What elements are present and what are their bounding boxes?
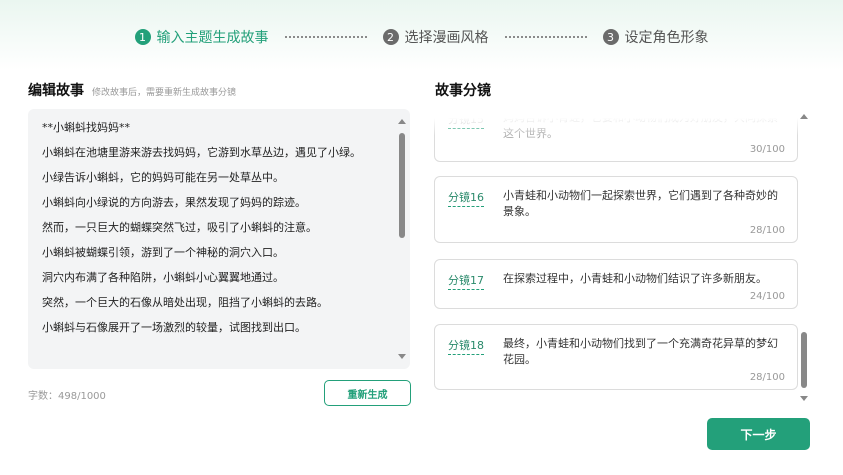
storyboard-scroll-thumb[interactable] xyxy=(801,332,807,388)
scroll-up-arrow-icon[interactable] xyxy=(800,114,808,119)
step-2-number: 2 xyxy=(382,29,399,45)
storyboard-card-label: 分镜17 xyxy=(448,272,484,290)
story-line: 然而，一只巨大的蝴蝶突然飞过，吸引了小蝌蚪的注意。 xyxy=(42,221,317,234)
storyboard-card-label: 分镜15 xyxy=(448,111,484,129)
step-divider xyxy=(504,36,587,38)
story-line: 洞穴内布满了各种陷阱，小蝌蚪小心翼翼地通过。 xyxy=(42,271,284,284)
storyboard-card-label: 分镜16 xyxy=(448,189,484,207)
char-count: 字数：498/1000 xyxy=(28,391,106,402)
storyboard-card-text[interactable]: 小青蛙和小动物们一起探索世界，它们遇到了各种奇妙的景象。 xyxy=(503,188,783,220)
storyboard-card[interactable]: 分镜18 最终，小青蛙和小动物们找到了一个充满奇花异草的梦幻花园。 28/100 xyxy=(434,324,798,390)
story-line: **小蝌蚪找妈妈** xyxy=(42,121,130,134)
step-3-label: 设定角色形象 xyxy=(624,30,709,46)
scroll-down-arrow-icon[interactable] xyxy=(398,354,406,359)
step-2-label: 选择漫画风格 xyxy=(404,30,489,46)
storyboard-card[interactable]: 分镜16 小青蛙和小动物们一起探索世界，它们遇到了各种奇妙的景象。 28/100 xyxy=(434,176,798,243)
step-1-label: 输入主题生成故事 xyxy=(156,30,269,46)
step-2: 2 选择漫画风格 xyxy=(382,27,489,47)
story-line: 小蝌蚪向小绿说的方向游去，果然发现了妈妈的踪迹。 xyxy=(42,196,306,209)
story-line: 小蝌蚪与石像展开了一场激烈的较量，试图找到出口。 xyxy=(42,321,306,334)
step-1: 1 输入主题生成故事 xyxy=(134,27,269,47)
storyboard-card[interactable]: 分镜15 妈妈告诉小青蛙，它要和小动物们成为好朋友，共同探索这个世界。 30/1… xyxy=(434,110,798,162)
storyboard-card-count: 24/100 xyxy=(749,291,785,302)
story-line: 小绿告诉小蝌蚪，它的妈妈可能在另一处草丛中。 xyxy=(42,171,284,184)
editor-header: 编辑故事 修改故事后，需要重新生成故事分镜 xyxy=(28,80,236,100)
scroll-up-arrow-icon[interactable] xyxy=(398,119,406,124)
storyboard-card-text[interactable]: 在探索过程中，小青蛙和小动物们结识了许多新朋友。 xyxy=(503,271,783,287)
storyboard-card-count: 28/100 xyxy=(749,225,785,236)
story-line: 小蝌蚪在池塘里游来游去找妈妈，它游到水草丛边，遇见了小绿。 xyxy=(42,146,361,159)
progress-stepper: 1 输入主题生成故事 2 选择漫画风格 3 设定角色形象 xyxy=(0,27,843,47)
storyboard-card[interactable]: 分镜17 在探索过程中，小青蛙和小动物们结识了许多新朋友。 24/100 xyxy=(434,259,798,309)
story-textarea[interactable]: **小蝌蚪找妈妈** 小蝌蚪在池塘里游来游去找妈妈，它游到水草丛边，遇见了小绿。… xyxy=(28,109,410,369)
editor-scrollbar[interactable] xyxy=(398,115,406,363)
step-divider xyxy=(284,36,367,38)
story-line: 小蝌蚪被蝴蝶引领，游到了一个神秘的洞穴入口。 xyxy=(42,246,284,259)
storyboard-card-text[interactable]: 妈妈告诉小青蛙，它要和小动物们成为好朋友，共同探索这个世界。 xyxy=(503,110,783,142)
step-3-number: 3 xyxy=(602,29,619,45)
storyboard-list[interactable]: 分镜15 妈妈告诉小青蛙，它要和小动物们成为好朋友，共同探索这个世界。 30/1… xyxy=(434,110,800,405)
storyboard-card-text[interactable]: 最终，小青蛙和小动物们找到了一个充满奇花异草的梦幻花园。 xyxy=(503,336,783,368)
step-1-number: 1 xyxy=(134,29,151,45)
storyboard-card-count: 30/100 xyxy=(749,144,785,155)
editor-title: 编辑故事 xyxy=(28,83,84,99)
regenerate-button[interactable]: 重新生成 xyxy=(324,380,411,406)
editor-hint: 修改故事后，需要重新生成故事分镜 xyxy=(92,88,237,98)
story-line: 突然，一个巨大的石像从暗处出现，阻挡了小蝌蚪的去路。 xyxy=(42,296,328,309)
storyboard-scrollbar[interactable] xyxy=(800,110,808,405)
next-step-button[interactable]: 下一步 xyxy=(707,418,810,450)
scroll-down-arrow-icon[interactable] xyxy=(800,396,808,401)
storyboard-title: 故事分镜 xyxy=(435,83,491,99)
storyboard-card-count: 28/100 xyxy=(749,372,785,383)
step-3: 3 设定角色形象 xyxy=(602,27,709,47)
editor-scroll-thumb[interactable] xyxy=(399,133,405,238)
storyboard-card-label: 分镜18 xyxy=(448,337,484,355)
